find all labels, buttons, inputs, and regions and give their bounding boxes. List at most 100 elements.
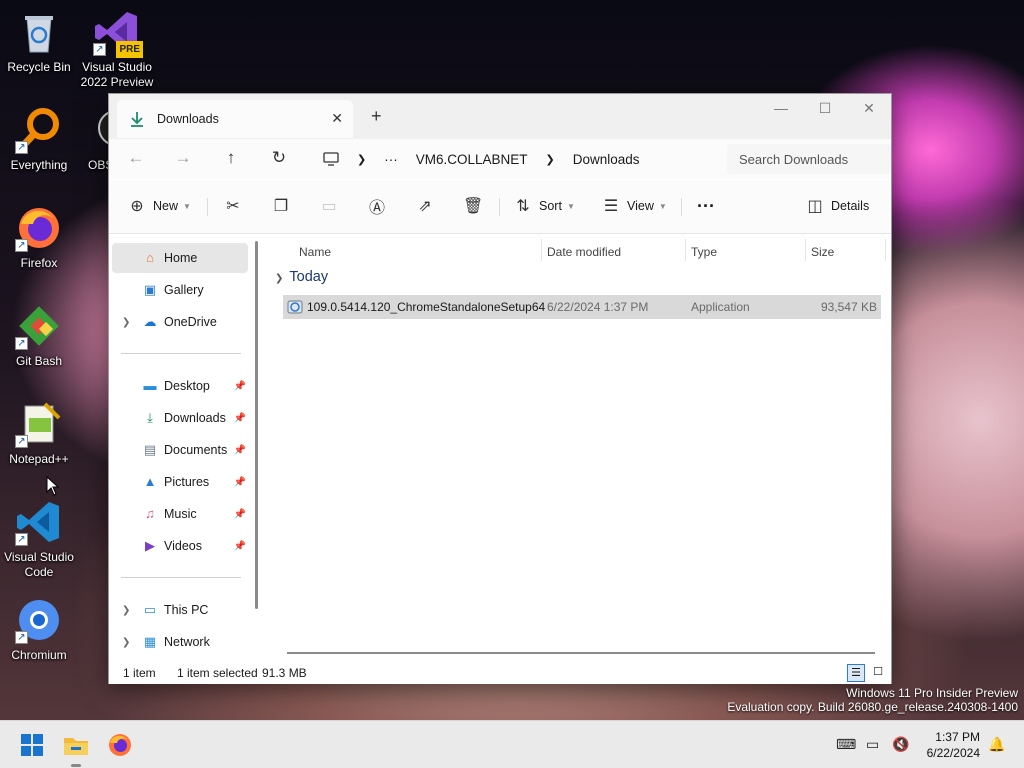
back-button[interactable]: ← [123, 148, 149, 168]
pin-icon[interactable]: 📌 [234, 509, 246, 520]
start-button[interactable] [18, 731, 46, 759]
details-pane-button[interactable]: ◫ Details [805, 194, 869, 218]
breadcrumb[interactable]: ❯ ··· VM6.COLLABNET ❯ Downloads [357, 145, 658, 173]
firefox-icon: ↗ [15, 204, 63, 252]
maximize-button[interactable]: ☐ [805, 100, 845, 117]
display-icon[interactable]: ▭ [866, 736, 879, 753]
column-header-name[interactable]: Name [299, 241, 331, 263]
up-button[interactable]: ↑ [218, 148, 244, 168]
sidebar-item-onedrive[interactable]: ❯ ☁ OneDrive [112, 307, 248, 337]
copy-button[interactable]: ❐ [271, 194, 297, 218]
desktop-icon-label: Firefox [20, 256, 58, 270]
pin-icon[interactable]: 📌 [234, 541, 246, 552]
item-count: 1 item [123, 666, 156, 680]
column-divider[interactable] [885, 239, 886, 261]
new-button[interactable]: ⊕ New ▼ [127, 194, 191, 218]
view-button-label: View [627, 199, 654, 213]
status-bar: 1 item 1 item selected 91.3 MB ☰ ☐ [109, 662, 891, 684]
sidebar-item-this-pc[interactable]: ❯ ▭ This PC [112, 595, 248, 625]
desktop-icon-firefox[interactable]: ↗ Firefox [0, 204, 78, 271]
desktop-icon-recycle-bin[interactable]: Recycle Bin [0, 8, 78, 75]
delete-button[interactable]: 🗑 [463, 194, 489, 218]
chevron-down-icon: ▼ [566, 201, 575, 211]
file-date-modified: 6/22/2024 1:37 PM [547, 300, 649, 314]
sidebar-item-home[interactable]: ⌂ Home [112, 243, 248, 273]
sidebar-item-music[interactable]: ♫ Music 📌 [112, 499, 248, 529]
desktop-icon-label: Recycle Bin [7, 60, 71, 74]
volume-muted-icon[interactable]: 🔇 [892, 736, 909, 753]
paste-button[interactable]: ▭ [319, 194, 345, 218]
navigation-pane[interactable]: ⌂ Home ▣ Gallery ❯ ☁ OneDrive ▬ Desktop … [109, 235, 259, 660]
details-pane-icon: ◫ [807, 198, 823, 215]
notification-bell-icon[interactable]: 🔔 [988, 736, 1005, 753]
breadcrumb-ellipsis[interactable]: ··· [384, 152, 398, 167]
sidebar-item-documents[interactable]: ▤ Documents 📌 [112, 435, 248, 465]
pin-icon[interactable]: 📌 [234, 445, 246, 456]
desktop-icon-visual-studio-preview[interactable]: PRE ↗ Visual Studio 2022 Preview [78, 8, 156, 90]
chevron-right-icon[interactable]: ❯ [357, 153, 366, 166]
everything-search-icon: ↗ [15, 106, 63, 154]
shortcut-arrow-icon: ↗ [15, 435, 28, 448]
desktop-icon-chromium[interactable]: ↗ Chromium [0, 596, 78, 663]
desktop-icon-vscode[interactable]: ↗ Visual Studio Code [0, 498, 78, 580]
gallery-icon: ▣ [143, 282, 157, 297]
sidebar-item-network[interactable]: ❯ ▦ Network [112, 627, 248, 657]
group-header-today[interactable]: ❯ Today [275, 269, 328, 285]
share-button[interactable]: ⇗ [415, 194, 441, 218]
chevron-down-icon[interactable]: ❯ [275, 273, 283, 284]
close-tab-button[interactable]: ✕ [331, 110, 343, 127]
title-bar[interactable]: Downloads ✕ + — ☐ ✕ [109, 94, 891, 139]
close-window-button[interactable]: ✕ [849, 100, 889, 117]
sort-button[interactable]: ⇅ Sort ▼ [513, 194, 575, 218]
horizontal-scrollbar[interactable] [287, 652, 875, 654]
column-divider[interactable] [541, 239, 542, 261]
column-header-date-modified[interactable]: Date modified [547, 241, 621, 263]
minimize-button[interactable]: — [761, 100, 801, 116]
pin-icon[interactable]: 📌 [234, 477, 246, 488]
table-row[interactable]: 109.0.5414.120_ChromeStandaloneSetup64 6… [283, 295, 881, 319]
desktop-folder-icon: ▬ [143, 378, 157, 393]
pin-icon[interactable]: 📌 [234, 413, 246, 424]
sidebar-item-downloads[interactable]: ⤓ Downloads 📌 [112, 403, 248, 433]
desktop-icon-notepad-plus-plus[interactable]: ↗ Notepad++ [0, 400, 78, 467]
sidebar-item-pictures[interactable]: ▲ Pictures 📌 [112, 467, 248, 497]
rename-button[interactable]: Ⓐ [367, 194, 393, 218]
search-input[interactable]: Search Downloads [727, 144, 891, 174]
forward-button[interactable]: → [170, 148, 196, 168]
sidebar-item-label: Pictures [164, 475, 210, 489]
preview-badge: PRE [116, 41, 143, 58]
sidebar-scrollbar[interactable] [255, 241, 258, 609]
chevron-right-icon[interactable]: ❯ [122, 637, 130, 648]
breadcrumb-item-current[interactable]: Downloads [573, 152, 640, 167]
more-options-button[interactable]: ··· [697, 194, 715, 218]
installer-app-icon [287, 300, 303, 314]
tab-downloads[interactable]: Downloads ✕ [117, 100, 353, 138]
refresh-button[interactable]: ↻ [266, 148, 292, 168]
column-header-type[interactable]: Type [691, 241, 717, 263]
new-tab-button[interactable]: + [371, 106, 382, 127]
system-clock[interactable]: 1:37 PM 6/22/2024 [927, 729, 980, 761]
column-header-size[interactable]: Size [811, 241, 834, 263]
file-list[interactable]: Name Date modified Type Size ❯ Today 109.… [265, 235, 889, 660]
tiles-view-button[interactable]: ☐ [869, 664, 887, 682]
sidebar-item-videos[interactable]: ▶ Videos 📌 [112, 531, 248, 561]
column-divider[interactable] [685, 239, 686, 261]
chromium-icon: ↗ [15, 596, 63, 644]
this-pc-icon[interactable] [323, 152, 339, 166]
sidebar-item-gallery[interactable]: ▣ Gallery [112, 275, 248, 305]
chevron-right-icon[interactable]: ❯ [122, 317, 130, 328]
file-explorer-taskbar-icon[interactable] [62, 731, 90, 759]
file-explorer-window[interactable]: Downloads ✕ + — ☐ ✕ ← → ↑ ↻ ❯ ··· VM6.CO… [108, 93, 892, 684]
sidebar-item-desktop[interactable]: ▬ Desktop 📌 [112, 371, 248, 401]
breadcrumb-item-root[interactable]: VM6.COLLABNET [416, 152, 528, 167]
chevron-right-icon[interactable]: ❯ [122, 605, 130, 616]
details-view-button[interactable]: ☰ [847, 664, 865, 682]
keyboard-icon[interactable]: ⌨ [836, 736, 856, 753]
pin-icon[interactable]: 📌 [234, 381, 246, 392]
desktop-icon-git-bash[interactable]: ↗ Git Bash [0, 302, 78, 369]
firefox-taskbar-icon[interactable] [106, 731, 134, 759]
cut-button[interactable]: ✂ [223, 194, 249, 218]
column-divider[interactable] [805, 239, 806, 261]
view-button[interactable]: ☰ View ▼ [601, 194, 667, 218]
chevron-right-icon[interactable]: ❯ [546, 153, 555, 166]
